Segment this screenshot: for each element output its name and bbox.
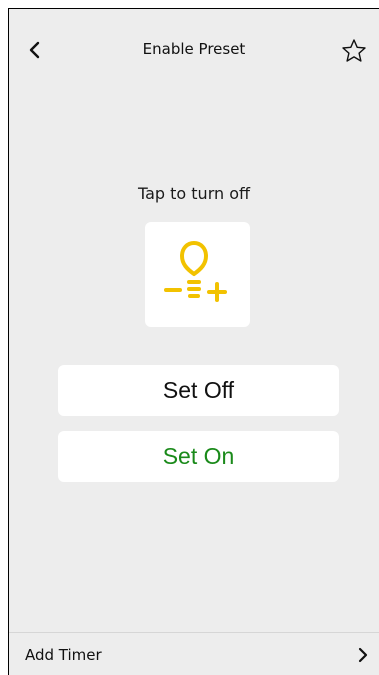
chevron-left-icon (29, 41, 40, 59)
page-title: Enable Preset (142, 40, 246, 58)
lightbulb-plus-icon (164, 241, 227, 302)
favorite-button[interactable] (341, 38, 367, 64)
chevron-right-icon (358, 647, 368, 663)
tap-instruction: Tap to turn off (137, 184, 251, 203)
top-bar: Enable Preset (9, 9, 379, 91)
set-off-button[interactable]: Set Off (58, 365, 339, 416)
add-timer-row[interactable]: Add Timer (9, 632, 379, 675)
star-outline-icon (342, 39, 366, 62)
back-button[interactable] (25, 39, 45, 61)
preset-screen: Enable Preset Tap to turn off Set Off Se… (8, 8, 379, 675)
add-timer-label: Add Timer (25, 646, 102, 664)
preset-toggle-tile[interactable] (145, 222, 250, 327)
set-on-button[interactable]: Set On (58, 431, 339, 482)
